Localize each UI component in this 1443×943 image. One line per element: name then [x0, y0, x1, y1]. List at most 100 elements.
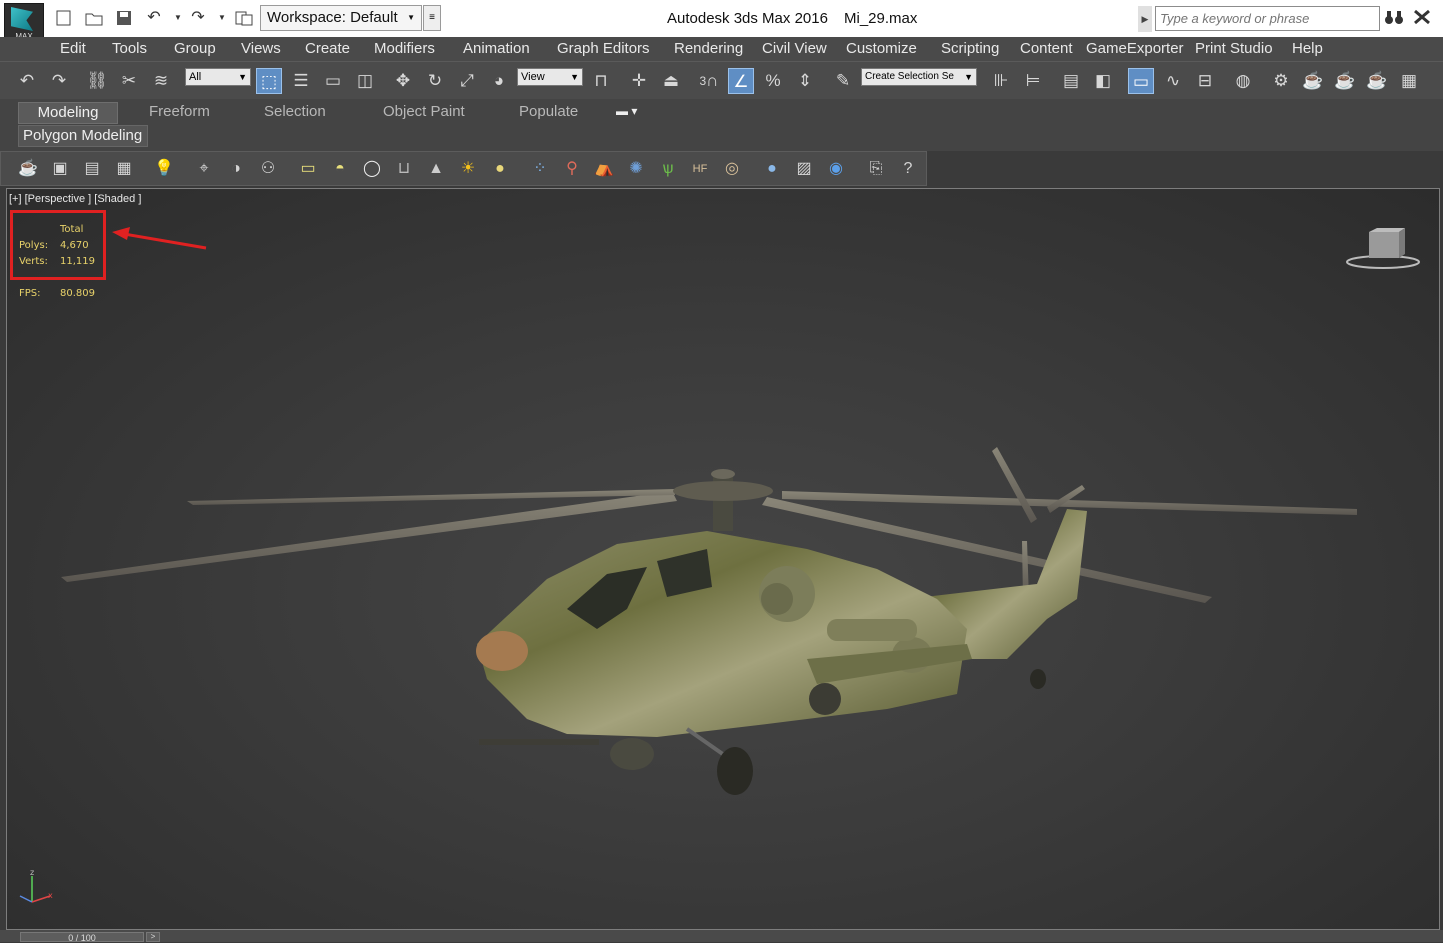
redo-dropdown-icon[interactable]: ▼	[212, 9, 232, 27]
time-slider-next-button[interactable]: >	[146, 932, 160, 942]
grass-icon[interactable]: ѱ	[655, 156, 681, 182]
tab-modeling[interactable]: Modeling	[18, 102, 118, 124]
bind-space-warp-icon[interactable]: ≋	[148, 68, 174, 94]
spinner-snap-icon[interactable]: ⇕	[792, 68, 818, 94]
rotate-icon[interactable]: ↻	[422, 68, 448, 94]
material-map-icon[interactable]: ▨	[791, 156, 817, 182]
selection-filter-dropdown[interactable]: All ▼	[185, 68, 251, 86]
menu-edit[interactable]: Edit	[60, 40, 86, 57]
grid-table-icon[interactable]: ▦	[111, 156, 137, 182]
tab-selection[interactable]: Selection	[264, 103, 326, 120]
redo-icon[interactable]: ↷	[46, 68, 72, 94]
edit-named-selection-icon[interactable]: ✎	[830, 68, 856, 94]
snaps-toggle-icon[interactable]: 3∩	[696, 68, 722, 94]
quick-access-menu-button[interactable]: ≡	[423, 5, 441, 31]
help-icon[interactable]: ?	[895, 156, 921, 182]
percent-snap-icon[interactable]: %	[760, 68, 786, 94]
menu-help[interactable]: Help	[1292, 40, 1323, 57]
move-icon[interactable]: ✥	[390, 68, 416, 94]
viewport-label[interactable]: [+] [Perspective ] [Shaded ]	[9, 193, 141, 205]
select-object-icon[interactable]: ⬚	[256, 68, 282, 94]
ribbon-options-icon[interactable]: ▬ ▾	[616, 104, 637, 118]
camera-icon[interactable]: ⌖	[191, 156, 217, 182]
menu-print-studio[interactable]: Print Studio	[1195, 40, 1273, 57]
menu-animation[interactable]: Animation	[463, 40, 530, 57]
binoculars-icon[interactable]	[1384, 8, 1404, 26]
sky-icon[interactable]: ●	[487, 156, 513, 182]
rendered-frame-window-icon[interactable]: ☕	[1300, 68, 1326, 94]
tab-object-paint[interactable]: Object Paint	[383, 103, 465, 120]
perspective-viewport[interactable]	[6, 188, 1440, 930]
undo-icon[interactable]: ↶	[144, 9, 164, 27]
link-icon[interactable]: ⛓	[84, 68, 110, 94]
sun-icon[interactable]: ☀	[455, 156, 481, 182]
particle-grid-icon[interactable]: ⁘	[527, 156, 553, 182]
keyboard-shortcut-override-icon[interactable]: ⏏	[658, 68, 684, 94]
search-expand-icon[interactable]: ▶	[1138, 6, 1152, 32]
render-iterative-icon[interactable]: ☕	[1364, 68, 1390, 94]
menu-views[interactable]: Views	[241, 40, 281, 57]
toggle-layer-explorer-icon[interactable]: ◧	[1090, 68, 1116, 94]
dome-light-icon[interactable]: ◓	[327, 156, 353, 182]
open-file-icon[interactable]	[84, 9, 104, 27]
viewcube[interactable]	[1345, 228, 1421, 270]
render-production-icon[interactable]: ☕	[1332, 68, 1358, 94]
render-setup-icon[interactable]: ⚙	[1268, 68, 1294, 94]
render-frame-icon[interactable]: ▣	[47, 156, 73, 182]
time-slider[interactable]: 0 / 100	[20, 932, 144, 943]
plane-light-icon[interactable]: ▭	[295, 156, 321, 182]
unlink-icon[interactable]: ✂	[116, 68, 142, 94]
video-camera-icon[interactable]: ⚇	[255, 156, 281, 182]
gear-sphere-icon[interactable]: ✺	[623, 156, 649, 182]
rectangular-selection-icon[interactable]: ▭	[320, 68, 346, 94]
search-input[interactable]	[1155, 6, 1380, 31]
redo-icon[interactable]: ↷	[188, 9, 208, 27]
tab-populate[interactable]: Populate	[519, 103, 578, 120]
sphere-light-icon[interactable]: ◯	[359, 156, 385, 182]
reference-coordinate-dropdown[interactable]: View ▼	[517, 68, 583, 86]
basket-icon[interactable]: ⊔	[391, 156, 417, 182]
align-icon[interactable]: ⊨	[1020, 68, 1046, 94]
named-selection-sets-dropdown[interactable]: Create Selection Se ▼	[861, 68, 977, 86]
workspace-dropdown[interactable]: Workspace: Default ▼	[260, 5, 422, 31]
light-lister-icon[interactable]: 💡	[151, 156, 177, 182]
toggle-scene-explorer-icon[interactable]: ▤	[1058, 68, 1084, 94]
schematic-view-icon[interactable]: ⊟	[1192, 68, 1218, 94]
menu-rendering[interactable]: Rendering	[674, 40, 743, 57]
ox-icon[interactable]: ◎	[719, 156, 745, 182]
menu-scripting[interactable]: Scripting	[941, 40, 999, 57]
undo-icon[interactable]: ↶	[14, 68, 40, 94]
tab-freeform[interactable]: Freeform	[149, 103, 210, 120]
hair-fur-icon[interactable]: HF	[687, 156, 713, 182]
molecule-icon[interactable]: ⚲	[559, 156, 585, 182]
menu-gameexporter[interactable]: GameExporter	[1086, 40, 1184, 57]
angle-snap-icon[interactable]: ∠	[728, 68, 754, 94]
menu-tools[interactable]: Tools	[112, 40, 147, 57]
material-editor-icon[interactable]: ◍	[1230, 68, 1256, 94]
select-by-name-icon[interactable]: ☰	[288, 68, 314, 94]
menu-modifiers[interactable]: Modifiers	[374, 40, 435, 57]
cone-icon[interactable]: ▲	[423, 156, 449, 182]
place-icon[interactable]: ◕	[486, 68, 512, 94]
menu-content[interactable]: Content	[1020, 40, 1073, 57]
export-icon[interactable]: ⎘	[863, 156, 889, 182]
save-icon[interactable]	[114, 9, 134, 27]
tent-icon[interactable]: ⛺	[591, 156, 617, 182]
toggle-ribbon-icon[interactable]: ▭	[1128, 68, 1154, 94]
teapot-icon[interactable]: ☕	[15, 156, 41, 182]
menu-customize[interactable]: Customize	[846, 40, 917, 57]
polygon-modeling-panel[interactable]: Polygon Modeling	[18, 125, 148, 147]
exchange-icon[interactable]	[1412, 8, 1432, 26]
select-manipulate-icon[interactable]: ✛	[626, 68, 652, 94]
window-crossing-icon[interactable]: ◫	[352, 68, 378, 94]
menu-create[interactable]: Create	[305, 40, 350, 57]
project-folder-icon[interactable]	[234, 9, 254, 27]
menu-graph-editors[interactable]: Graph Editors	[557, 40, 650, 57]
curve-editor-icon[interactable]: ∿	[1160, 68, 1186, 94]
pivot-center-icon[interactable]: ⊓	[588, 68, 614, 94]
render-region-icon[interactable]: ◉	[823, 156, 849, 182]
sphere-shading-icon[interactable]: ◑	[223, 156, 249, 182]
undo-dropdown-icon[interactable]: ▼	[168, 9, 188, 27]
render-in-cloud-icon[interactable]: ▦	[1396, 68, 1422, 94]
new-file-icon[interactable]	[54, 9, 74, 27]
